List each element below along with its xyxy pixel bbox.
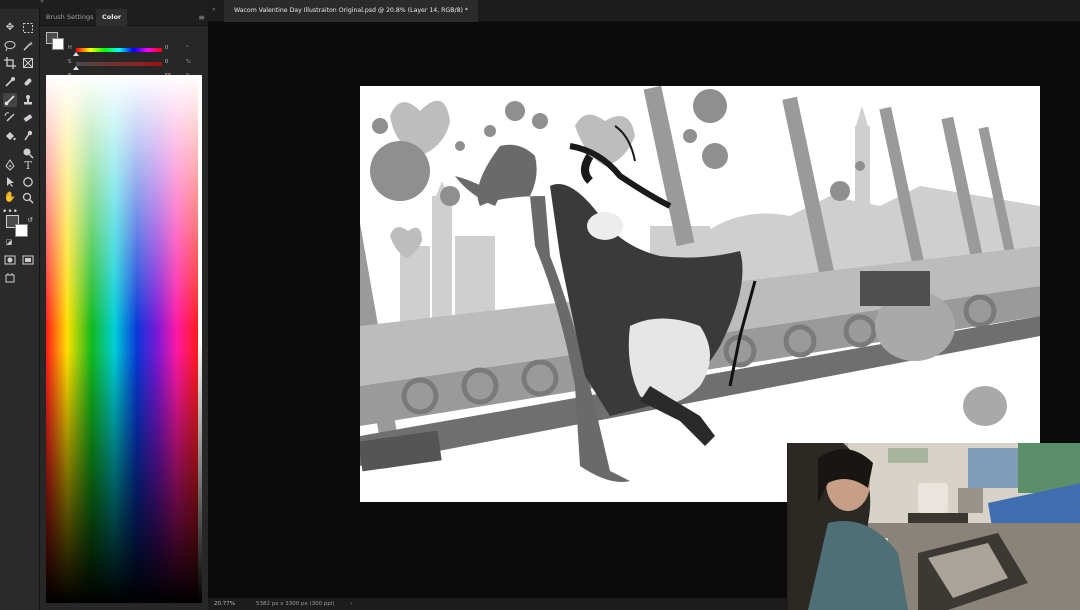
hue-unit: ° [186, 45, 189, 51]
tab-color[interactable]: Color [96, 9, 128, 26]
illustration-sketch [360, 86, 1040, 482]
saturation-value[interactable]: 0 [165, 59, 168, 65]
saturation-slider[interactable] [73, 62, 162, 70]
panel-tab-bar: Brush Settings Color ≡ [40, 9, 208, 26]
smudge-icon[interactable] [21, 129, 35, 143]
quick-mask-icon[interactable] [3, 253, 17, 267]
hue-slider-thumb[interactable] [73, 52, 79, 56]
path-select-icon[interactable] [3, 175, 17, 189]
webcam-scene [788, 443, 1080, 610]
paint-bucket-icon[interactable] [3, 129, 17, 143]
tab-overflow-icon[interactable]: » [212, 6, 216, 13]
pen-icon[interactable] [3, 158, 17, 172]
tools-panel: ✥ T ✋ ••• ↺ ◪ [0, 9, 40, 610]
eraser-icon[interactable] [21, 111, 35, 125]
type-icon[interactable]: T [21, 158, 35, 172]
frame-icon[interactable] [21, 56, 35, 70]
hue-slider[interactable] [73, 48, 162, 56]
status-menu-icon[interactable]: › [350, 598, 352, 610]
color-spectrum[interactable] [46, 75, 198, 603]
status-bar: 20.77% 5382 px x 3300 px (300 ppi) › [208, 598, 788, 610]
collapse-icon[interactable]: « [40, 0, 44, 5]
color-panel: Brush Settings Color ≡ H 0 ° S 0 % B 55 … [40, 9, 208, 610]
eyedropper-icon[interactable] [3, 75, 17, 89]
grayscale-ramp[interactable] [198, 75, 202, 603]
healing-icon[interactable] [21, 75, 35, 89]
brush-icon[interactable] [3, 93, 17, 107]
document-tab-bar: » Wacom Valentine Day Illustraiton Origi… [208, 0, 1080, 22]
move-icon[interactable]: ✥ [3, 21, 17, 35]
marquee-icon[interactable] [21, 21, 35, 35]
webcam-overlay [787, 443, 1080, 610]
default-colors-icon[interactable]: ◪ [2, 235, 16, 249]
background-color-swatch[interactable] [15, 224, 28, 237]
artboard-icon[interactable] [3, 271, 17, 285]
stamp-icon[interactable] [21, 93, 35, 107]
document-canvas[interactable] [360, 86, 1040, 502]
magic-wand-icon[interactable] [21, 39, 35, 53]
background-color-chip[interactable] [52, 38, 64, 50]
hand-icon[interactable]: ✋ [3, 191, 17, 205]
history-brush-icon[interactable] [3, 111, 17, 125]
zoom-level[interactable]: 20.77% [214, 598, 235, 610]
crop-icon[interactable] [3, 56, 17, 70]
zoom-icon[interactable] [21, 191, 35, 205]
hue-value[interactable]: 0 [165, 45, 168, 51]
lasso-icon[interactable] [3, 39, 17, 53]
screen-mode-icon[interactable] [21, 253, 35, 267]
panel-collapse-bar[interactable]: « [0, 0, 208, 9]
saturation-label: S [68, 59, 72, 65]
document-size: 5382 px x 3300 px (300 ppi) [256, 601, 335, 607]
document-tab[interactable]: Wacom Valentine Day Illustraiton Origina… [224, 0, 478, 22]
panel-menu-icon[interactable]: ≡ [198, 13, 205, 22]
tab-brush-settings[interactable]: Brush Settings [40, 9, 99, 26]
hue-label: H [68, 45, 72, 51]
ellipse-icon[interactable] [21, 175, 35, 189]
saturation-unit: % [186, 59, 191, 65]
saturation-slider-thumb[interactable] [73, 66, 79, 70]
hsb-sliders: H 0 ° S 0 % B 55 % [40, 26, 208, 84]
